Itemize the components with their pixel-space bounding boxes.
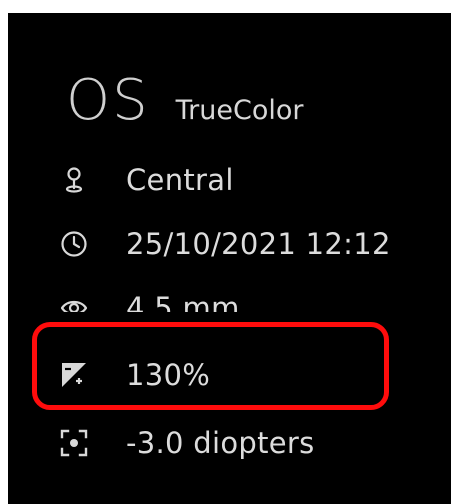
brightness-row: 130% — [60, 353, 210, 397]
brightness-contrast-icon — [60, 361, 88, 389]
focus-row: -3.0 diopters — [60, 421, 315, 465]
row-mask — [48, 312, 378, 332]
acquisition-date-row: 25/10/2021 12:12 — [60, 222, 391, 266]
imaging-mode-label: TrueColor — [175, 95, 304, 126]
focus-value: -3.0 diopters — [126, 426, 315, 460]
acquisition-date-value: 25/10/2021 12:12 — [126, 227, 391, 261]
fixation-row: Central — [60, 158, 234, 202]
clock-icon — [60, 230, 88, 258]
fixation-value: Central — [126, 163, 234, 197]
header: OS TrueColor — [66, 65, 303, 137]
pin-icon — [60, 166, 88, 194]
image-info-panel: OS TrueColor Central 25/10/2021 12:12 4.… — [8, 13, 451, 504]
focus-icon — [60, 429, 88, 457]
eye-label: OS — [66, 68, 150, 133]
brightness-value: 130% — [126, 358, 211, 392]
